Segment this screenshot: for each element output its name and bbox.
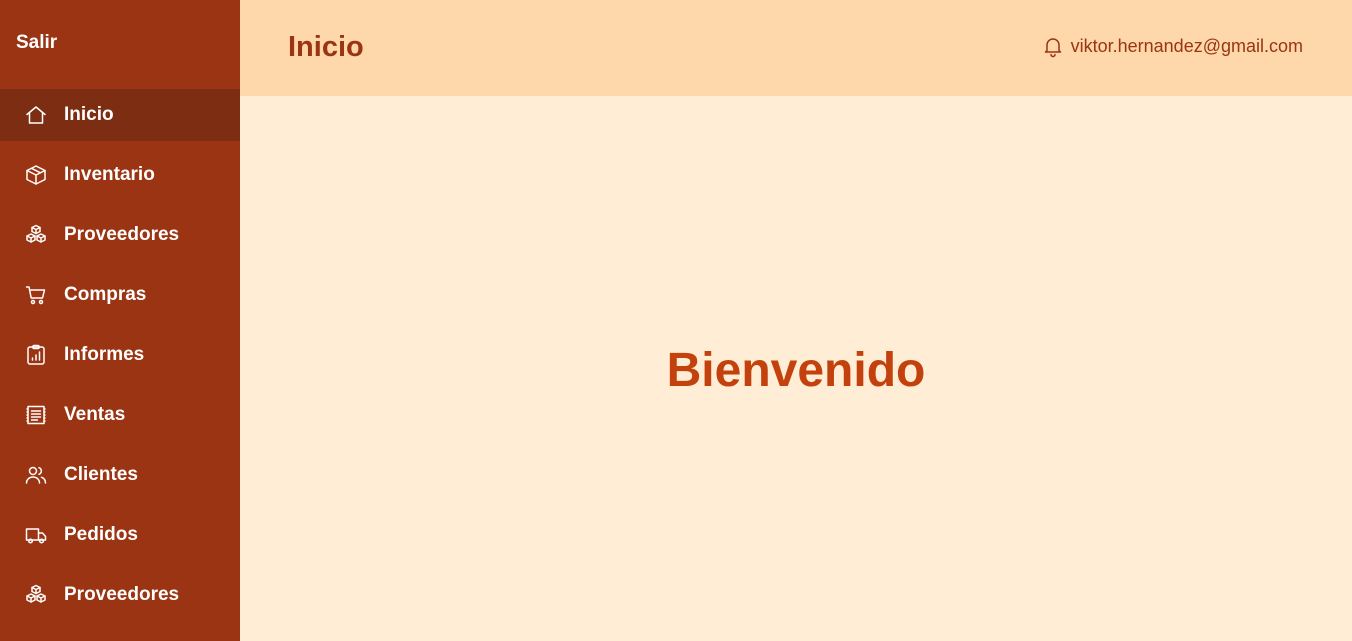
user-area: viktor.hernandez@gmail.com	[1041, 34, 1303, 58]
truck-icon	[24, 523, 48, 547]
cubes-icon	[24, 583, 48, 607]
cube-icon	[24, 163, 48, 187]
receipt-icon	[24, 403, 48, 427]
sidebar-item-informes[interactable]: Informes	[0, 329, 240, 381]
sidebar-item-label: Informes	[64, 344, 145, 365]
page-title: Inicio	[288, 31, 364, 63]
user-email: viktor.hernandez@gmail.com	[1070, 36, 1303, 56]
sidebar-item-ventas[interactable]: Ventas	[0, 389, 240, 441]
sidebar-item-inicio[interactable]: Inicio	[0, 89, 240, 141]
report-icon	[24, 343, 48, 367]
sidebar-nav: Inicio Inventario Proveedores Compras In…	[0, 89, 240, 629]
sidebar-item-label: Clientes	[64, 464, 138, 485]
sidebar-item-clientes[interactable]: Clientes	[0, 449, 240, 501]
sidebar-item-pedidos[interactable]: Pedidos	[0, 509, 240, 561]
cubes-icon	[24, 223, 48, 247]
bell-icon[interactable]	[1041, 34, 1065, 58]
users-icon	[24, 463, 48, 487]
sidebar-item-label: Ventas	[64, 404, 126, 425]
welcome-heading: Bienvenido	[666, 344, 926, 397]
top-header: Inicio viktor.hernandez@gmail.com	[240, 0, 1352, 96]
main-area: Inicio viktor.hernandez@gmail.com Bienve…	[240, 0, 1352, 641]
sidebar-item-label: Compras	[64, 284, 147, 305]
sidebar-item-label: Proveedores	[64, 224, 180, 245]
logout-button[interactable]: Salir	[16, 31, 57, 55]
content-area: Bienvenido	[240, 96, 1352, 641]
sidebar-item-label: Inicio	[64, 104, 114, 125]
sidebar-item-inventario[interactable]: Inventario	[0, 149, 240, 201]
home-icon	[24, 103, 48, 127]
sidebar-item-label: Proveedores	[64, 584, 180, 605]
cart-icon	[24, 283, 48, 307]
sidebar-item-compras[interactable]: Compras	[0, 269, 240, 321]
app-window: Salir Inicio Inventario Proveedores Comp…	[0, 0, 1352, 641]
sidebar-item-proveedores[interactable]: Proveedores	[0, 209, 240, 261]
sidebar-item-proveedores-2[interactable]: Proveedores	[0, 569, 240, 621]
sidebar-item-label: Pedidos	[64, 524, 138, 545]
sidebar: Salir Inicio Inventario Proveedores Comp…	[0, 0, 240, 641]
sidebar-item-label: Inventario	[64, 164, 155, 185]
